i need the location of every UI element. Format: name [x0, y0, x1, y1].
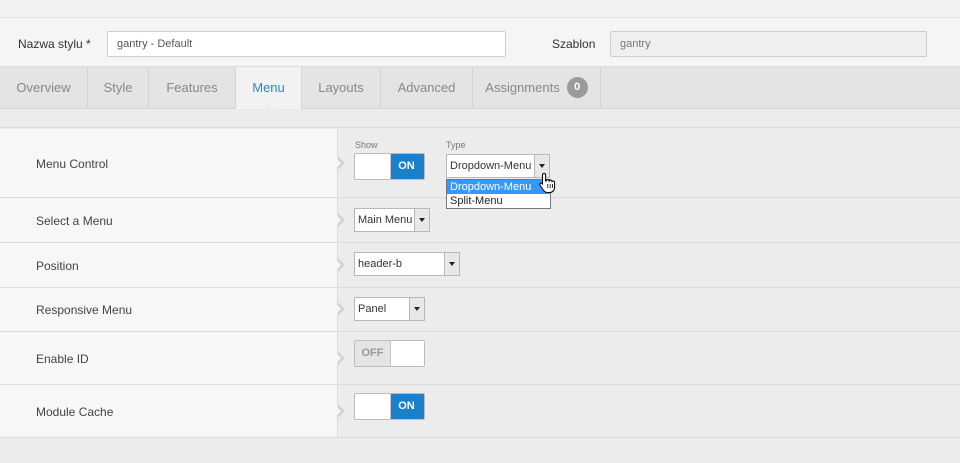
tab-style[interactable]: Style — [88, 67, 149, 109]
module-cache-label: Module Cache — [36, 405, 114, 419]
tab-advanced[interactable]: Advanced — [381, 67, 473, 109]
menu-type-select[interactable]: Dropdown-Menu — [446, 154, 550, 178]
show-label: Show — [355, 140, 378, 150]
select-menu-label: Select a Menu — [36, 214, 113, 228]
chevron-down-icon[interactable] — [409, 298, 424, 320]
type-label: Type — [446, 140, 466, 150]
module-cache-toggle[interactable]: ON — [354, 393, 425, 420]
tab-layouts[interactable]: Layouts — [302, 67, 381, 109]
row-responsive-menu: Responsive Menu Panel — [0, 288, 960, 332]
row-enable-id: Enable ID OFF — [0, 332, 960, 385]
enable-id-toggle[interactable]: OFF — [354, 340, 425, 367]
tab-label: Menu — [252, 80, 285, 95]
tab-overview[interactable]: Overview — [0, 67, 88, 109]
tab-label: Style — [103, 80, 133, 95]
row-position: Position header-b — [0, 243, 960, 288]
menu-type-option-split[interactable]: Split-Menu — [447, 194, 550, 208]
tab-bar: Overview Style Features Menu Layouts Adv… — [0, 67, 960, 110]
chevron-down-icon[interactable] — [414, 209, 429, 231]
menu-control-label: Menu Control — [36, 157, 109, 171]
style-name-label: Nazwa stylu * — [18, 37, 91, 51]
select-value: header-b — [358, 258, 403, 270]
top-strip — [0, 0, 960, 18]
hand-cursor-icon — [539, 172, 556, 193]
enable-id-label: Enable ID — [36, 352, 89, 366]
select-value: Panel — [358, 303, 387, 315]
position-label: Position — [36, 259, 79, 273]
position-select[interactable]: header-b — [354, 252, 460, 276]
select-value: Main Menu — [358, 214, 413, 226]
sub-bar — [0, 110, 960, 128]
menu-type-dropdown-list: Dropdown-Menu Split-Menu — [446, 179, 551, 209]
tab-menu[interactable]: Menu — [236, 67, 302, 110]
tab-label: Layouts — [318, 80, 364, 95]
responsive-menu-select[interactable]: Panel — [354, 297, 425, 321]
tab-label: Assignments — [485, 80, 560, 95]
chevron-down-icon[interactable] — [444, 253, 459, 275]
menu-control-show-toggle[interactable]: ON — [354, 153, 425, 180]
menu-type-option-dropdown[interactable]: Dropdown-Menu — [447, 180, 550, 194]
select-value: Dropdown-Menu — [450, 160, 532, 172]
style-header: Nazwa stylu * Szablon — [0, 18, 960, 67]
toggle-on-text: ON — [389, 154, 424, 179]
toggle-on-text: ON — [389, 394, 424, 419]
style-name-input[interactable] — [107, 31, 506, 57]
assignments-count-badge: 0 — [566, 77, 588, 99]
toggle-off-text: OFF — [355, 341, 390, 366]
tab-label: Advanced — [397, 80, 456, 95]
bottom-bar — [0, 438, 960, 463]
select-menu-dropdown[interactable]: Main Menu — [354, 208, 430, 232]
responsive-menu-label: Responsive Menu — [36, 303, 133, 317]
tab-features[interactable]: Features — [149, 67, 236, 109]
template-label: Szablon — [552, 37, 596, 51]
tab-label: Overview — [16, 80, 71, 95]
template-input — [610, 31, 927, 57]
tab-label: Features — [166, 80, 218, 95]
row-module-cache: Module Cache ON — [0, 385, 960, 438]
tab-assignments[interactable]: Assignments 0 — [473, 67, 601, 109]
